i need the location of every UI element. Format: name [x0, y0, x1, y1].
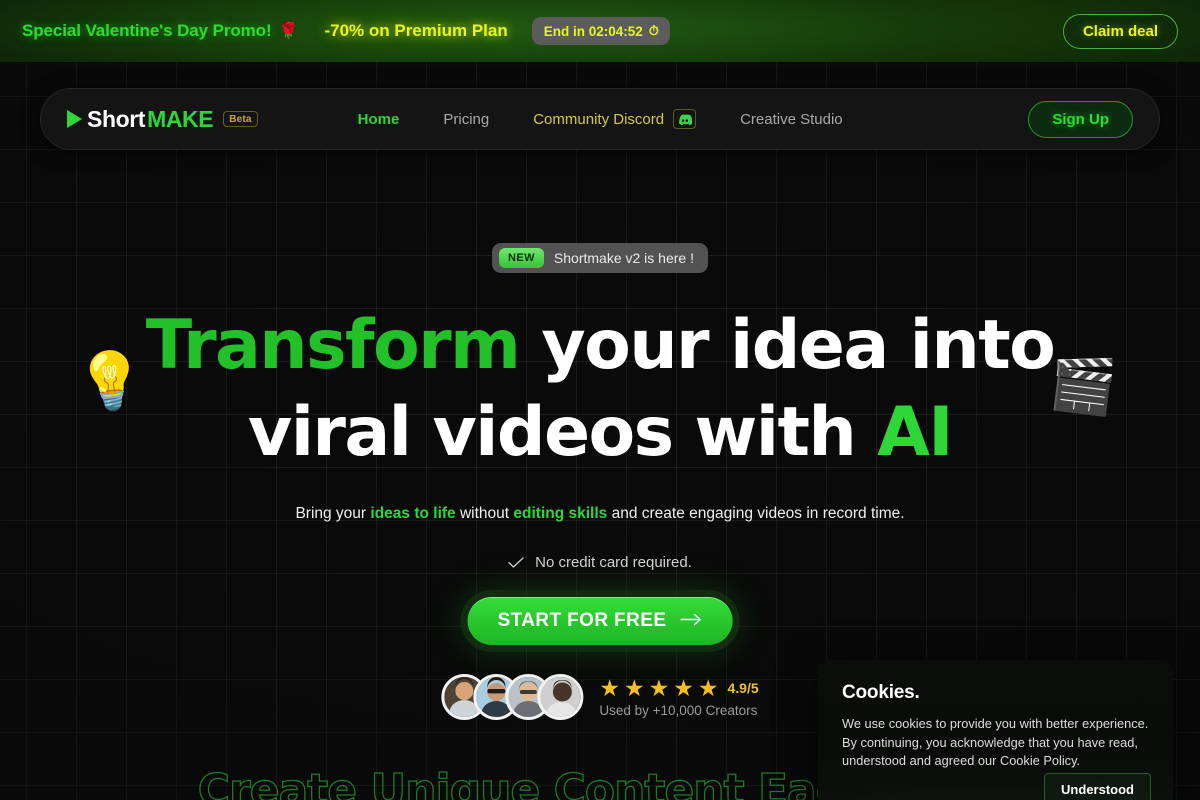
promo-banner: Special Valentine's Day Promo! 🌹 -70% on…	[0, 0, 1200, 62]
navbar: Short MAKE Beta Home Pricing Community D…	[40, 88, 1160, 150]
claim-deal-button[interactable]: Claim deal	[1062, 13, 1178, 49]
nav-item-creative-studio[interactable]: Creative Studio	[718, 111, 865, 128]
star-icon: ★	[673, 674, 694, 701]
subtitle-part-1: Bring your	[295, 505, 371, 522]
hero-subtitle: Bring your ideas to life without editing…	[0, 505, 1200, 523]
beta-badge: Beta	[223, 111, 258, 127]
announcement-text: Shortmake v2 is here !	[553, 250, 694, 266]
headline-line2: viral videos with	[248, 393, 857, 473]
rose-icon: 🌹	[278, 23, 299, 40]
nav-item-pricing[interactable]: Pricing	[421, 111, 511, 128]
social-proof: ★ ★ ★ ★ ★ 4.9/5 Used by +10,000 Creators	[441, 674, 759, 720]
hero-headline: Transform your idea into viral videos wi…	[0, 302, 1200, 476]
star-rating: ★ ★ ★ ★ ★ 4.9/5	[599, 674, 759, 701]
star-icon: ★	[623, 674, 645, 701]
cookie-body-text: We use cookies to provide you with bette…	[842, 716, 1149, 769]
countdown-label: End in 02:04:52	[543, 23, 643, 39]
cta-halo: START FOR FREE	[460, 590, 740, 652]
promo-countdown: End in 02:04:52 ⏱	[531, 17, 670, 45]
star-icon: ★	[697, 674, 719, 701]
promo-title: Special Valentine's Day Promo!	[22, 21, 272, 40]
hero-section: Short MAKE Beta Home Pricing Community D…	[0, 62, 1200, 800]
start-for-free-button[interactable]: START FOR FREE	[467, 597, 733, 645]
headline-line1-rest: your idea into	[541, 306, 1055, 385]
avatar	[537, 674, 584, 720]
nav-item-community-discord[interactable]: Community Discord	[511, 109, 718, 129]
new-badge: NEW	[499, 248, 544, 268]
avatar-group	[441, 674, 584, 720]
no-credit-card-label: No credit card required.	[535, 554, 692, 571]
subtitle-highlight-ideas: ideas to life	[370, 505, 456, 522]
cta-label: START FOR FREE	[497, 610, 667, 631]
rating-score: 4.9/5	[727, 680, 759, 696]
announcement-pill[interactable]: NEW Shortmake v2 is here !	[492, 243, 708, 273]
star-icon: ★	[599, 674, 620, 701]
logo-text-accent: MAKE	[147, 105, 214, 132]
headline-word-transform: Transform	[145, 306, 521, 385]
nav-links: Home Pricing Community Discord Creative …	[336, 109, 865, 129]
cookie-understood-button[interactable]: Understood	[1044, 773, 1151, 800]
rating-block: ★ ★ ★ ★ ★ 4.9/5 Used by +10,000 Creators	[599, 674, 759, 718]
creators-count-label: Used by +10,000 Creators	[599, 702, 758, 718]
play-icon	[67, 110, 82, 128]
logo-text-primary: Short	[87, 105, 146, 132]
nav-item-discord-label: Community Discord	[533, 110, 665, 128]
no-credit-card-note: No credit card required.	[0, 554, 1200, 571]
headline-word-ai: AI	[877, 393, 953, 473]
nav-item-home[interactable]: Home	[336, 111, 422, 128]
subtitle-part-2: without	[455, 505, 514, 522]
page-root: Special Valentine's Day Promo! 🌹 -70% on…	[0, 0, 1200, 800]
discord-icon	[673, 109, 697, 129]
logo[interactable]: Short MAKE Beta	[67, 106, 258, 133]
cookie-consent-dialog: Cookies. We use cookies to provide you w…	[818, 660, 1173, 800]
star-icon: ★	[648, 674, 670, 701]
check-icon	[508, 556, 524, 569]
subtitle-part-3: and create engaging videos in record tim…	[607, 505, 905, 522]
stopwatch-icon: ⏱	[648, 23, 659, 38]
cookie-title: Cookies.	[842, 682, 920, 703]
arrow-right-icon	[679, 610, 702, 632]
promo-discount: -70% on Premium Plan	[324, 21, 508, 40]
sign-up-button[interactable]: Sign Up	[1028, 100, 1133, 138]
subtitle-highlight-editing: editing skills	[513, 505, 608, 522]
